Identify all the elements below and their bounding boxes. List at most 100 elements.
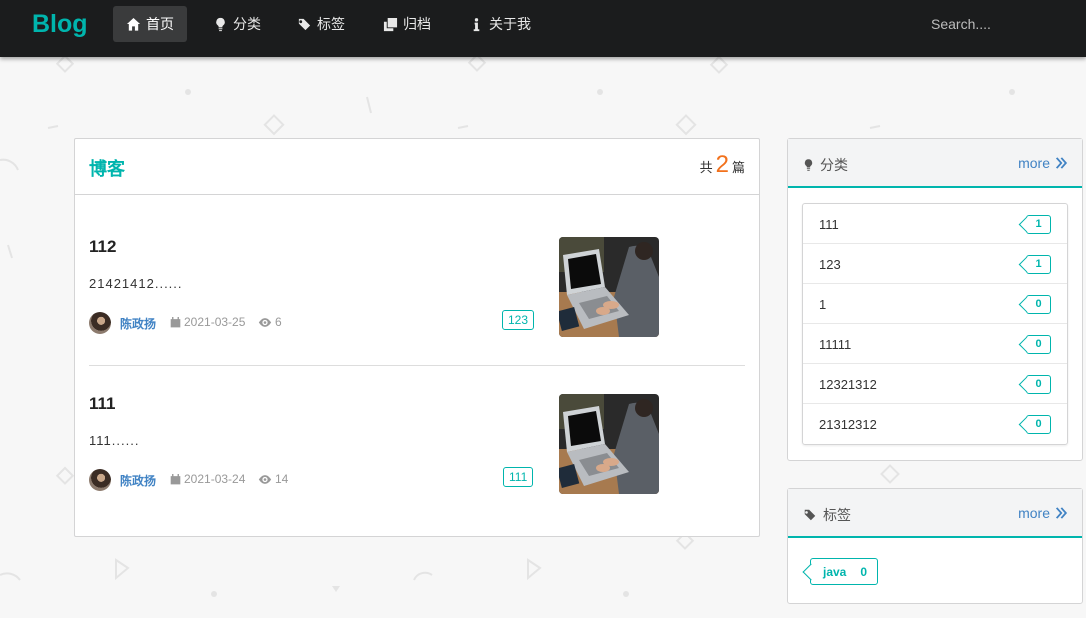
tags-card: 标签 more java 0 (787, 488, 1083, 604)
eye-icon (258, 474, 272, 484)
post-date: 2021-03-24 (170, 472, 245, 486)
post-views: 14 (258, 472, 288, 486)
post-meta: 陈政扬 2021-03-25 6 (89, 312, 539, 334)
category-item[interactable]: 1 0 (803, 284, 1067, 324)
laptop-photo (559, 237, 659, 337)
calendar-icon (170, 473, 181, 484)
search-input[interactable] (918, 10, 1068, 38)
post-views: 6 (258, 315, 282, 329)
lightbulb-icon (216, 17, 225, 31)
categories-title: 分类 (802, 155, 848, 175)
avatar (89, 469, 111, 491)
tags-title: 标签 (802, 505, 851, 525)
nav-item-label: 关于我 (489, 16, 531, 32)
category-name: 1 (819, 297, 827, 312)
category-count: 0 (1035, 298, 1042, 310)
category-name: 111 (819, 217, 839, 232)
category-item[interactable]: 12321312 0 (803, 364, 1067, 404)
nav-item-home[interactable]: 首页 (113, 6, 187, 42)
category-item[interactable]: 123 1 (803, 244, 1067, 284)
clone-icon (383, 17, 398, 31)
post-tag[interactable]: 111 (503, 467, 534, 487)
post-tag[interactable]: 123 (502, 310, 535, 330)
tags-title-text: 标签 (823, 507, 851, 523)
post-divider (89, 365, 745, 366)
tags-icon (803, 509, 816, 521)
blog-list-header: 博客 共 2 篇 (75, 139, 759, 195)
blog-list-card: 博客 共 2 篇 112 21421412...... 陈政扬 2021-03-… (74, 138, 760, 537)
brand-logo[interactable]: Blog (32, 8, 88, 40)
tags-icon (297, 18, 311, 30)
categories-header: 分类 more (788, 139, 1082, 188)
info-icon (473, 17, 480, 31)
category-count-badge: 0 (1026, 335, 1051, 354)
post-views-count: 6 (275, 315, 282, 329)
category-count: 0 (1035, 418, 1042, 430)
calendar-icon (170, 316, 181, 327)
post-count-suffix: 篇 (731, 160, 745, 175)
post-excerpt: 111...... (89, 433, 140, 448)
post-item: 112 21421412...... 陈政扬 2021-03-25 6 123 (89, 237, 745, 367)
top-navbar: Blog 首页 分类 标签 归档 关于我 (0, 0, 1086, 57)
post-count: 共 2 篇 (700, 151, 745, 179)
tag-item[interactable]: java 0 (810, 558, 878, 585)
double-chevron-right-icon (1055, 507, 1068, 519)
laptop-photo (559, 394, 659, 494)
category-name: 11111 (819, 337, 852, 352)
nav-item-label: 首页 (146, 16, 174, 32)
category-item[interactable]: 11111 0 (803, 324, 1067, 364)
nav-item-label: 分类 (233, 16, 261, 32)
avatar (89, 312, 111, 334)
category-name: 12321312 (819, 377, 877, 392)
post-title[interactable]: 111 (89, 394, 116, 414)
post-date: 2021-03-25 (170, 315, 245, 329)
categories-title-text: 分类 (820, 157, 848, 173)
tags-more-link[interactable]: more (1018, 505, 1068, 521)
double-chevron-right-icon (1055, 157, 1068, 169)
page-title: 博客 (89, 159, 125, 179)
post-date-text: 2021-03-24 (184, 472, 246, 486)
category-count-badge: 1 (1026, 215, 1051, 234)
category-count: 0 (1035, 338, 1042, 350)
category-name: 123 (819, 257, 841, 272)
categories-card: 分类 more 111 1 123 1 1 0 11111 0 12321312… (787, 138, 1083, 461)
category-count-badge: 0 (1026, 295, 1051, 314)
post-count-number: 2 (715, 151, 729, 178)
author-link[interactable]: 陈政扬 (120, 472, 156, 489)
post-meta: 陈政扬 2021-03-24 14 (89, 469, 539, 491)
category-count-badge: 0 (1026, 415, 1051, 434)
post-title[interactable]: 112 (89, 237, 116, 257)
nav-item-categories[interactable]: 分类 (200, 6, 274, 42)
categories-more-link[interactable]: more (1018, 155, 1068, 171)
more-label: more (1018, 505, 1050, 521)
category-count: 1 (1035, 218, 1042, 230)
home-icon (126, 17, 141, 31)
tag-name: java (823, 565, 847, 579)
author-link[interactable]: 陈政扬 (120, 315, 156, 332)
nav-item-label: 标签 (317, 16, 345, 32)
more-label: more (1018, 155, 1050, 171)
eye-icon (258, 317, 272, 327)
post-count-prefix: 共 (699, 160, 713, 175)
category-count-badge: 0 (1026, 375, 1051, 394)
category-list: 111 1 123 1 1 0 11111 0 12321312 0 21312… (802, 203, 1068, 445)
post-excerpt: 21421412...... (89, 276, 183, 291)
post-item: 111 111...... 陈政扬 2021-03-24 14 111 (89, 394, 745, 524)
category-count-badge: 1 (1026, 255, 1051, 274)
tags-header: 标签 more (788, 489, 1082, 538)
category-count: 0 (1035, 378, 1042, 390)
category-item[interactable]: 21312312 0 (803, 404, 1067, 444)
nav-item-label: 归档 (403, 16, 431, 32)
tag-count: 0 (860, 565, 867, 579)
category-item[interactable]: 111 1 (803, 204, 1067, 244)
category-name: 21312312 (819, 417, 877, 432)
nav-item-tags[interactable]: 标签 (284, 6, 358, 42)
lightbulb-icon (804, 159, 813, 171)
post-views-count: 14 (275, 472, 289, 486)
post-thumbnail[interactable] (559, 237, 659, 337)
nav-item-about[interactable]: 关于我 (456, 6, 544, 42)
post-date-text: 2021-03-25 (184, 315, 246, 329)
category-count: 1 (1035, 258, 1042, 270)
post-thumbnail[interactable] (559, 394, 659, 494)
nav-item-archives[interactable]: 归档 (370, 6, 444, 42)
